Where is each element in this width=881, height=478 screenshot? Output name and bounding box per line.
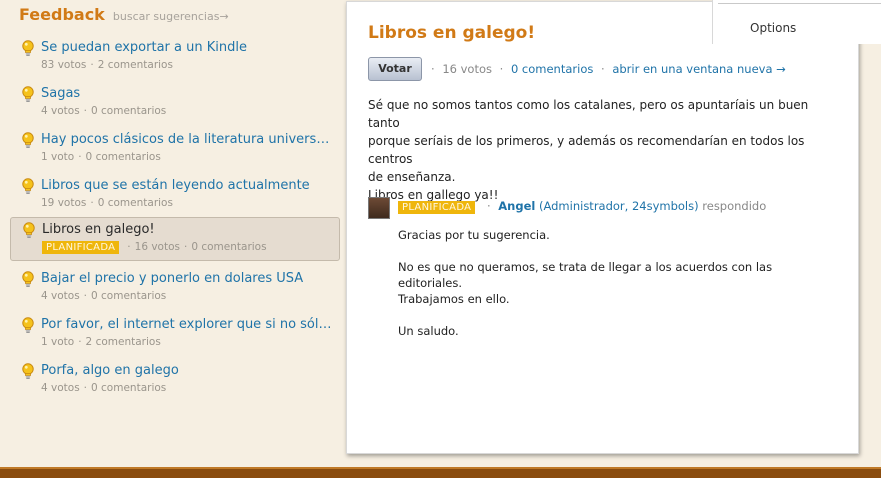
suggestion-meta: 83 votos · 2 comentarios: [41, 59, 173, 71]
suggestions-sidebar: Feedback buscar sugerencias→ Se puedan e…: [0, 0, 352, 470]
lightbulb-icon: [22, 178, 34, 194]
bottom-bar: [0, 467, 881, 478]
feedback-title: Feedback: [19, 5, 105, 24]
list-item[interactable]: Bajar el precio y ponerlo en dolares USA…: [10, 267, 340, 311]
vote-count: 4 votos: [41, 105, 80, 117]
lightbulb-icon: [22, 363, 34, 379]
comment-count: 0 comentarios: [191, 241, 267, 253]
lightbulb-icon: [22, 132, 34, 148]
sidebar-header: Feedback buscar sugerencias→: [19, 5, 229, 24]
lightbulb-icon: [22, 86, 34, 102]
suggestion-title[interactable]: Sagas: [41, 86, 337, 101]
suggestion-meta: 4 votos · 0 comentarios: [41, 290, 167, 302]
suggestion-meta: 1 voto · 0 comentarios: [41, 151, 161, 163]
vote-count: 19 votos: [41, 197, 87, 209]
response-author-role[interactable]: (Administrador, 24symbols): [539, 199, 699, 213]
options-panel: [712, 0, 881, 44]
lightbulb-icon: [22, 40, 34, 56]
options-divider: [718, 3, 881, 4]
options-button[interactable]: Options: [750, 21, 796, 35]
suggestion-meta: 1 voto · 2 comentarios: [41, 336, 161, 348]
comment-count: 0 comentarios: [97, 197, 173, 209]
status-badge: PLANIFICADA: [398, 201, 476, 214]
vote-count: 1 voto: [41, 336, 75, 348]
list-item[interactable]: Porfa, algo en galego 4 votos · 0 comentari…: [10, 359, 340, 403]
avatar: [368, 197, 390, 219]
vote-count: 83 votos: [41, 59, 87, 71]
list-item[interactable]: Hay pocos clásicos de la literatura univ…: [10, 128, 340, 172]
comment-count: 0 comentarios: [91, 105, 167, 117]
list-item[interactable]: Libros en galego! PLANIFICADA · 16 votos · 0 …: [10, 217, 340, 261]
response-author[interactable]: Angel: [498, 199, 535, 213]
comment-count: 0 comentarios: [91, 290, 167, 302]
comment-count: 2 comentarios: [97, 59, 173, 71]
suggestion-title[interactable]: Por favor, el internet explorer que si n…: [41, 317, 337, 332]
comments-link[interactable]: 0 comentarios: [511, 62, 593, 76]
response-verb: respondido: [702, 199, 767, 213]
suggestion-title[interactable]: Porfa, algo en galego: [41, 363, 337, 378]
response-text: Gracias por tu sugerencia. No es que no …: [398, 228, 773, 338]
suggestion-meta: PLANIFICADA · 16 votos · 0 comentarios: [42, 241, 267, 254]
suggestion-title[interactable]: Bajar el precio y ponerlo en dolares USA: [41, 271, 337, 286]
suggestion-body: Sé que no somos tantos como los catalane…: [368, 98, 809, 202]
detail-title: Libros en galego!: [368, 23, 536, 43]
suggestion-meta: 4 votos · 0 comentarios: [41, 105, 167, 117]
vote-count: 16 votos: [442, 62, 492, 76]
vote-button[interactable]: Votar: [368, 57, 422, 81]
status-badge: PLANIFICADA: [42, 241, 120, 254]
open-new-window-link[interactable]: abrir en una ventana nueva →: [612, 62, 785, 76]
vote-count: 1 voto: [41, 151, 75, 163]
lightbulb-icon: [23, 222, 35, 238]
vote-count: 16 votos: [134, 241, 180, 253]
lightbulb-icon: [22, 317, 34, 333]
list-item[interactable]: Por favor, el internet explorer que si n…: [10, 313, 340, 357]
suggestion-title[interactable]: Libros que se están leyendo actualmente: [41, 178, 337, 193]
list-item[interactable]: Se puedan exportar a un Kindle 83 votos · 2…: [10, 36, 340, 80]
list-item[interactable]: Sagas 4 votos · 0 comentarios: [10, 82, 340, 126]
lightbulb-icon: [22, 271, 34, 287]
list-item[interactable]: Libros que se están leyendo actualmente 1…: [10, 174, 340, 218]
search-suggestions-link[interactable]: buscar sugerencias→: [113, 10, 229, 23]
vote-count: 4 votos: [41, 290, 80, 302]
suggestion-title[interactable]: Hay pocos clásicos de la literatura univ…: [41, 132, 337, 147]
vote-count: 4 votos: [41, 382, 80, 394]
suggestion-meta: 4 votos · 0 comentarios: [41, 382, 167, 394]
response-header: PLANIFICADA · Angel (Administrador, 24sy…: [398, 199, 766, 214]
vote-meta-row: · 16 votos · 0 comentarios · abrir en un…: [431, 62, 786, 76]
comment-count: 0 comentarios: [91, 382, 167, 394]
suggestion-title[interactable]: Libros en galego!: [42, 222, 338, 237]
suggestion-title[interactable]: Se puedan exportar a un Kindle: [41, 40, 337, 55]
comment-count: 2 comentarios: [85, 336, 161, 348]
suggestion-meta: 19 votos · 0 comentarios: [41, 197, 173, 209]
suggestion-detail-panel: Libros en galego! Votar · 16 votos · 0 c…: [346, 1, 859, 454]
comment-count: 0 comentarios: [85, 151, 161, 163]
